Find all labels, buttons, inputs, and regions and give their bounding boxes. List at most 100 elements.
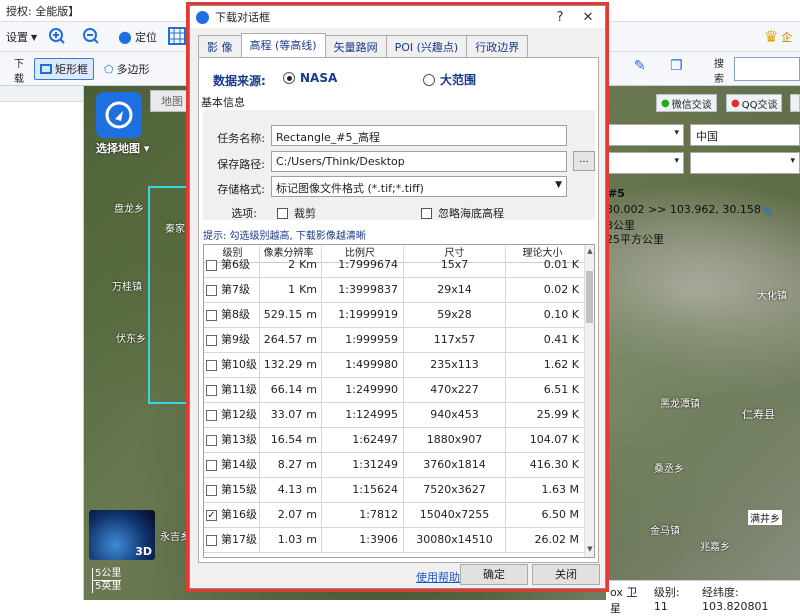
wechat-button[interactable]: ● 微信交谈 — [656, 94, 717, 112]
ok-button[interactable]: 确定 — [460, 564, 528, 585]
polygon-tool-button[interactable]: ⬠ 多边形 — [104, 61, 150, 77]
resolution-unit: m — [306, 482, 317, 496]
est-size-cell: 0.02 K — [506, 277, 586, 303]
level-table: 级别 像素分辨率 比例尺 尺寸 理论大小 第6级 2 Km 1:7999674 15x7… — [203, 244, 595, 558]
scroll-up-icon[interactable]: ▲ — [585, 247, 594, 257]
save-path-label: 保存路径: — [217, 158, 265, 171]
search-label-1: 搜 — [714, 59, 724, 70]
layers-icon[interactable]: ❐ — [670, 58, 683, 74]
tab-admin-boundary[interactable]: 行政边界 — [466, 35, 529, 57]
crop-checkbox[interactable]: 裁剪 — [277, 205, 316, 221]
browse-button[interactable]: ... — [573, 151, 595, 171]
checkbox-checked-icon[interactable]: ✓ — [206, 509, 217, 521]
checkbox-icon — [421, 207, 432, 219]
rect-tool-button[interactable]: 矩形框 — [34, 58, 94, 80]
zoom-out-icon[interactable] — [82, 27, 100, 45]
help-link[interactable]: 使用帮助 — [416, 569, 460, 585]
zoom-in-icon[interactable] — [48, 27, 66, 45]
format-select[interactable]: 标记图像文件格式 (*.tif;*.tiff) ▼ — [271, 176, 567, 197]
level-label: 第16级 — [221, 508, 257, 521]
level-label: 第14级 — [221, 458, 257, 471]
settings-button[interactable]: 设置 ▼ — [6, 29, 37, 45]
select-map-button[interactable]: 选择地图 ▾ — [96, 140, 149, 156]
checkbox-icon[interactable] — [206, 434, 217, 446]
checkbox-icon[interactable] — [206, 459, 217, 471]
table-row[interactable]: 第7级 1 Km 1:3999837 29x14 0.02 K — [204, 277, 586, 303]
grid-icon[interactable] — [168, 27, 186, 45]
map-select-icon[interactable] — [96, 92, 142, 138]
scroll-thumb[interactable] — [586, 271, 593, 323]
rect-tool-label: 矩形框 — [55, 63, 88, 76]
place-label: 满井乡 — [748, 510, 782, 525]
resolution-cell: 264.57 m — [260, 327, 322, 353]
table-row[interactable]: 第9级 264.57 m 1:999959 117x57 0.41 K — [204, 327, 586, 353]
source-nasa-radio[interactable]: NASA — [283, 71, 337, 85]
district-select[interactable]: ▾ — [690, 152, 800, 174]
checkbox-icon[interactable] — [206, 259, 217, 271]
vip-icon[interactable]: ♛ 企 — [764, 27, 792, 46]
level-cell: 第9级 — [204, 327, 260, 353]
checkbox-icon[interactable] — [206, 309, 217, 321]
scale-bar: 5公里 5英里 — [92, 568, 122, 593]
place-label: 万桂镇 — [112, 282, 142, 293]
table-row[interactable]: 第11级 66.14 m 1:249990 470x227 6.51 K — [204, 377, 586, 403]
tab-vector-roads[interactable]: 矢量路网 — [324, 35, 387, 57]
qq-icon: ● — [731, 97, 740, 109]
table-row[interactable]: 第12级 33.07 m 1:124995 940x453 25.99 K — [204, 402, 586, 428]
tab-poi[interactable]: POI (兴趣点) — [385, 35, 468, 57]
city-select[interactable]: ▾ — [606, 152, 684, 174]
est-size-cell: 1.62 K — [506, 352, 586, 378]
checkbox-icon[interactable] — [206, 284, 217, 296]
country-select[interactable]: 中国 — [690, 124, 800, 146]
table-row[interactable]: 第6级 2 Km 1:7999674 15x7 0.01 K — [204, 252, 586, 278]
resolution-cell: 132.29 m — [260, 352, 322, 378]
resolution-cell: 33.07 m — [260, 402, 322, 428]
locate-button[interactable]: ● 定位 — [118, 27, 157, 46]
options-label: 选项: — [231, 207, 257, 220]
edit-icon[interactable]: ✎ — [762, 205, 774, 221]
search-input[interactable] — [734, 57, 800, 81]
scroll-down-icon[interactable]: ▼ — [585, 545, 594, 555]
ruler-icon[interactable]: ✎ — [634, 58, 646, 74]
ignore-sea-checkbox[interactable]: 忽略海底高程 — [421, 205, 504, 221]
checkbox-icon[interactable] — [206, 359, 217, 371]
resolution-cell: 529.15 m — [260, 302, 322, 328]
table-scrollbar[interactable]: ▲ ▼ — [584, 245, 594, 557]
table-row[interactable]: 第8级 529.15 m 1:1999919 59x28 0.10 K — [204, 302, 586, 328]
est-size-cell: 0.01 K — [506, 252, 586, 278]
level-label: 第9级 — [221, 333, 250, 346]
source-wide-radio[interactable]: 大范围 — [423, 71, 476, 88]
table-row[interactable]: 第17级 1.03 m 1:3906 30080x14510 26.02 M — [204, 527, 586, 553]
checkbox-icon[interactable] — [206, 484, 217, 496]
resolution-value: 2.07 — [277, 507, 303, 521]
qq-button[interactable]: ● QQ交谈 — [726, 94, 783, 112]
close-icon[interactable]: ✕ — [577, 10, 599, 25]
table-row[interactable]: 第14级 8.27 m 1:31249 3760x1814 416.30 K — [204, 452, 586, 478]
resolution-value: 132.29 — [263, 357, 303, 371]
dialog-title-bar: 下载对话框 ? ✕ — [190, 6, 605, 28]
tab-imagery[interactable]: 影 像 — [198, 35, 242, 57]
source-label: 数据来源: — [213, 74, 266, 88]
close-button[interactable]: 关闭 — [532, 564, 600, 585]
info-coords: 30.002 >> 103.962, 30.158 — [606, 203, 761, 216]
scale-cell: 1:15624 — [322, 477, 404, 503]
task-name-input[interactable]: Rectangle_#5_高程 — [271, 125, 567, 146]
download-button[interactable]: 下 载 — [14, 55, 24, 85]
checkbox-icon[interactable] — [206, 409, 217, 421]
table-row[interactable]: ✓ 第16级 2.07 m 1:7812 15040x7255 6.50 M — [204, 502, 586, 528]
scale-cell: 1:31249 — [322, 452, 404, 478]
globe-3d-button[interactable]: 3D — [89, 510, 155, 560]
help-icon[interactable]: ? — [549, 10, 571, 25]
save-path-input[interactable]: C:/Users/Think/Desktop — [271, 151, 567, 172]
table-row[interactable]: 第13级 16.54 m 1:62497 1880x907 104.07 K — [204, 427, 586, 453]
checkbox-icon[interactable] — [206, 334, 217, 346]
checkbox-icon[interactable] — [206, 384, 217, 396]
province-select[interactable]: ▾ — [606, 124, 684, 146]
more-chat-icon[interactable] — [790, 94, 800, 112]
table-row[interactable]: 第15级 4.13 m 1:15624 7520x3627 1.63 M — [204, 477, 586, 503]
format-label: 存储格式: — [217, 183, 265, 196]
tab-elevation[interactable]: 高程 (等高线) — [240, 33, 326, 57]
checkbox-icon[interactable] — [206, 534, 217, 546]
size-cell: 235x113 — [404, 352, 506, 378]
table-row[interactable]: 第10级 132.29 m 1:499980 235x113 1.62 K — [204, 352, 586, 378]
